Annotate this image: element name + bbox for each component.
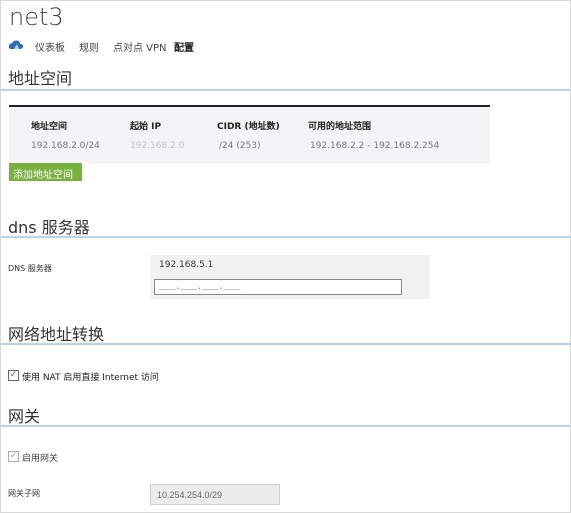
gateway-subnet-label: 网关子网 bbox=[8, 489, 40, 498]
section-divider bbox=[1, 343, 571, 345]
page-title: net3 bbox=[9, 3, 64, 31]
gateway-checkbox-label: 启用网关 bbox=[22, 454, 59, 464]
tab-dashboard[interactable]: 仪表板 bbox=[35, 39, 65, 54]
gateway-section-title: 网关 bbox=[8, 407, 41, 426]
nat-checkbox-label: 使用 NAT 启用直接 Internet 访问 bbox=[22, 373, 159, 383]
tab-configure[interactable]: 配置 bbox=[174, 39, 194, 54]
tab-rules[interactable]: 规则 bbox=[79, 39, 99, 54]
address-space-section-title: 地址空间 bbox=[8, 69, 73, 88]
nat-section-title: 网络地址转换 bbox=[8, 325, 105, 344]
column-header-start-ip: 起始 IP bbox=[130, 122, 162, 132]
section-divider bbox=[1, 236, 571, 238]
gateway-subnet-field[interactable] bbox=[150, 484, 280, 505]
address-space-table bbox=[9, 105, 490, 163]
column-header-cidr: CIDR (地址数) bbox=[217, 122, 280, 132]
gateway-checkbox[interactable]: ✓ bbox=[8, 451, 19, 462]
tab-point-to-site-vpn[interactable]: 点对点 VPN bbox=[113, 39, 167, 54]
column-header-address-space: 地址空间 bbox=[31, 122, 68, 132]
table-cell-usable-range: 192.168.2.2 - 192.168.2.254 bbox=[310, 141, 440, 151]
dns-section-title: dns 服务器 bbox=[8, 218, 90, 237]
section-divider bbox=[1, 425, 571, 427]
section-divider bbox=[1, 89, 571, 91]
nat-checkbox[interactable]: ✓ bbox=[8, 370, 19, 381]
column-header-usable-range: 可用的地址范围 bbox=[308, 122, 372, 132]
table-cell-start-ip[interactable]: 192.168.2.0 bbox=[130, 141, 184, 151]
dns-server-label: DNS 服务器 bbox=[8, 264, 52, 273]
cloud-icon bbox=[8, 40, 24, 49]
add-address-space-button[interactable]: 添加地址空间 bbox=[9, 163, 82, 181]
dns-server-value[interactable]: 192.168.5.1 bbox=[159, 260, 213, 270]
dns-server-input[interactable] bbox=[154, 279, 402, 295]
table-cell-cidr[interactable]: /24 (253) bbox=[219, 141, 261, 151]
table-cell-address-space[interactable]: 192.168.2.0/24 bbox=[31, 141, 100, 151]
